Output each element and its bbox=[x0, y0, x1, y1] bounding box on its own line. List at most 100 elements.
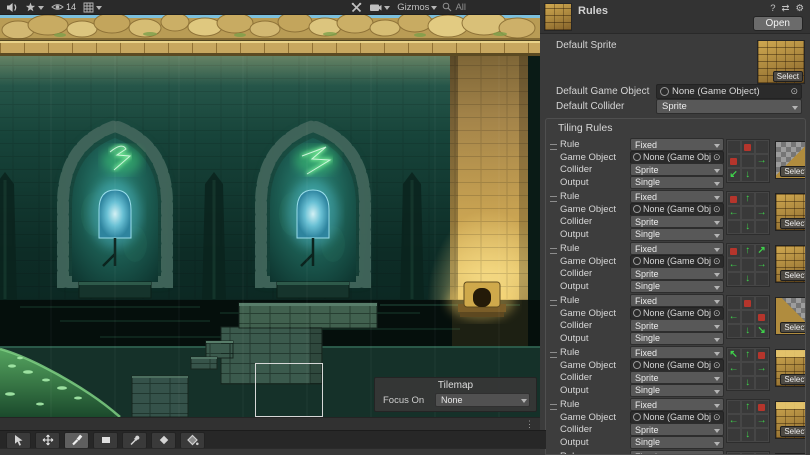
overflow-menu-icon[interactable]: ⋮ bbox=[525, 419, 540, 430]
object-picker-icon[interactable]: ⊙ bbox=[713, 152, 721, 163]
rule-game-object-field[interactable]: None (Game Obj ⊙ bbox=[630, 255, 724, 268]
object-picker-icon[interactable]: ⊙ bbox=[790, 86, 798, 97]
rule-game-object-field[interactable]: None (Game Obj ⊙ bbox=[630, 307, 724, 320]
drag-handle-icon[interactable] bbox=[550, 191, 560, 202]
camera-settings-button[interactable] bbox=[367, 1, 392, 14]
object-picker-icon[interactable]: ⊙ bbox=[713, 360, 721, 371]
rule-collider-dropdown[interactable]: Sprite bbox=[630, 423, 724, 436]
neighbor-rule-grid[interactable]: ↑←→↓ bbox=[726, 191, 770, 235]
rule-collider-dropdown[interactable]: Sprite bbox=[630, 267, 724, 280]
gizmos-dropdown[interactable]: Gizmos bbox=[395, 1, 439, 14]
settings-gear-icon[interactable]: ⚙ bbox=[795, 3, 804, 14]
select-sprite-button[interactable]: Select bbox=[780, 166, 806, 177]
neighbor-rule-grid[interactable]: ↖↑←→↓ bbox=[726, 347, 770, 391]
rule-collider-dropdown[interactable]: Sprite bbox=[630, 163, 724, 176]
scene-tools-button[interactable] bbox=[349, 1, 364, 14]
drag-handle-icon[interactable] bbox=[550, 451, 560, 455]
open-button[interactable]: Open bbox=[753, 16, 803, 31]
chevron-down-icon bbox=[792, 106, 798, 113]
rule-type-dropdown[interactable]: Fixed bbox=[630, 242, 724, 255]
down-arrow-icon: ↓ bbox=[745, 430, 750, 440]
chevron-down-icon bbox=[96, 6, 102, 13]
select-sprite-button[interactable]: Select bbox=[780, 374, 806, 385]
drag-handle-icon[interactable] bbox=[550, 139, 560, 150]
rule-output-dropdown[interactable]: Single bbox=[630, 384, 724, 397]
neighbor-rule-grid[interactable]: ←↓↘ bbox=[726, 295, 770, 339]
rule-type-dropdown[interactable]: Fixed bbox=[630, 346, 724, 359]
select-sprite-button[interactable]: Select bbox=[780, 270, 806, 281]
rule-sprite-thumbnail[interactable]: Select bbox=[775, 297, 806, 335]
drag-handle-icon[interactable] bbox=[550, 243, 560, 254]
neighbor-rule-grid[interactable]: ↑↗←→↓ bbox=[726, 243, 770, 287]
rule-output-dropdown[interactable]: Single bbox=[630, 436, 724, 449]
rule-sprite-thumbnail[interactable]: Select bbox=[775, 245, 806, 283]
object-picker-icon[interactable]: ⊙ bbox=[713, 308, 721, 319]
select-sprite-button[interactable]: Select bbox=[780, 218, 806, 229]
fill-tool-button[interactable] bbox=[180, 432, 205, 449]
rule-label: Rule bbox=[560, 191, 630, 202]
rule-sprite-thumbnail[interactable]: Select bbox=[775, 193, 806, 231]
rule-collider-dropdown[interactable]: Sprite bbox=[630, 215, 724, 228]
chevron-down-icon bbox=[714, 169, 720, 176]
rule-game-object-field[interactable]: None (Game Obj ⊙ bbox=[630, 411, 724, 424]
default-sprite-thumbnail[interactable]: Select bbox=[757, 40, 805, 84]
rule-game-object-value: None (Game Obj bbox=[643, 308, 711, 318]
default-collider-dropdown[interactable]: Sprite bbox=[656, 99, 802, 114]
rule-collider-dropdown[interactable]: Sprite bbox=[630, 371, 724, 384]
audio-toggle-button[interactable] bbox=[4, 1, 20, 14]
rule-type-dropdown[interactable]: Fixed bbox=[630, 398, 724, 411]
right-arrow-icon: → bbox=[757, 416, 767, 426]
help-icon[interactable]: ? bbox=[770, 3, 775, 14]
chevron-down-icon bbox=[38, 6, 44, 13]
object-picker-icon[interactable]: ⊙ bbox=[713, 256, 721, 267]
scene-view[interactable]: Tilemap Focus On None bbox=[0, 14, 540, 417]
rule-game-object-field[interactable]: None (Game Obj ⊙ bbox=[630, 203, 724, 216]
select-sprite-button[interactable]: Select bbox=[780, 426, 806, 437]
scene-search-field[interactable]: All bbox=[442, 2, 536, 13]
object-picker-icon[interactable]: ⊙ bbox=[713, 204, 721, 215]
rule-sprite-thumbnail[interactable]: Select bbox=[775, 141, 806, 179]
object-picker-icon[interactable]: ⊙ bbox=[713, 412, 721, 423]
rule-type-dropdown[interactable]: Fixed bbox=[630, 138, 724, 151]
neighbor-rule-grid[interactable]: →↙↓ bbox=[726, 139, 770, 183]
move-tool-button[interactable] bbox=[35, 432, 60, 449]
rule-output-dropdown[interactable]: Single bbox=[630, 228, 724, 241]
scene-visibility-button[interactable]: 14 bbox=[49, 1, 78, 14]
drag-handle-icon[interactable] bbox=[550, 399, 560, 410]
effects-dropdown-button[interactable] bbox=[23, 1, 46, 14]
rule-type-dropdown[interactable]: Fixed bbox=[630, 294, 724, 307]
focus-on-dropdown[interactable]: None bbox=[435, 393, 530, 407]
rule-collider-dropdown[interactable]: Sprite bbox=[630, 319, 724, 332]
drag-handle-icon[interactable] bbox=[550, 347, 560, 358]
down-left-arrow-icon: ↙ bbox=[729, 170, 737, 180]
brush-tool-button[interactable] bbox=[64, 432, 89, 449]
box-tool-button[interactable] bbox=[93, 432, 118, 449]
rule-output-dropdown[interactable]: Single bbox=[630, 176, 724, 189]
rule-game-object-field[interactable]: None (Game Obj ⊙ bbox=[630, 151, 724, 164]
rule-type-dropdown[interactable]: Fixed bbox=[630, 190, 724, 203]
default-game-object-field[interactable]: None (Game Object) ⊙ bbox=[656, 84, 802, 99]
picker-tool-button[interactable] bbox=[122, 432, 147, 449]
rule-type-dropdown[interactable]: Fixed bbox=[630, 450, 724, 455]
rule-sprite-thumbnail[interactable]: Select bbox=[775, 349, 806, 387]
rule-type-value: Fixed bbox=[635, 348, 657, 358]
drag-handle-icon[interactable] bbox=[550, 295, 560, 306]
neighbor-rule-grid[interactable]: ↑←→↓ bbox=[726, 399, 770, 443]
rule-game-object-field[interactable]: None (Game Obj ⊙ bbox=[630, 359, 724, 372]
asset-title: Rules bbox=[578, 5, 608, 17]
grid-settings-button[interactable] bbox=[81, 1, 104, 14]
collider-label: Collider bbox=[560, 268, 630, 279]
neighbor-rule-grid[interactable] bbox=[726, 451, 770, 455]
rule-sprite-thumbnail[interactable]: Select bbox=[775, 401, 806, 439]
no-tile-marker bbox=[744, 300, 751, 307]
chevron-down-icon bbox=[714, 286, 720, 293]
presets-icon[interactable]: ⇄ bbox=[782, 3, 790, 14]
rule-output-dropdown[interactable]: Single bbox=[630, 332, 724, 345]
left-arrow-icon: ← bbox=[729, 364, 739, 374]
select-tool-button[interactable] bbox=[6, 432, 31, 449]
eraser-tool-button[interactable] bbox=[151, 432, 176, 449]
select-sprite-button[interactable]: Select bbox=[780, 322, 806, 333]
select-sprite-button[interactable]: Select bbox=[773, 71, 803, 82]
rule-output-dropdown[interactable]: Single bbox=[630, 280, 724, 293]
game-object-icon bbox=[633, 257, 641, 265]
